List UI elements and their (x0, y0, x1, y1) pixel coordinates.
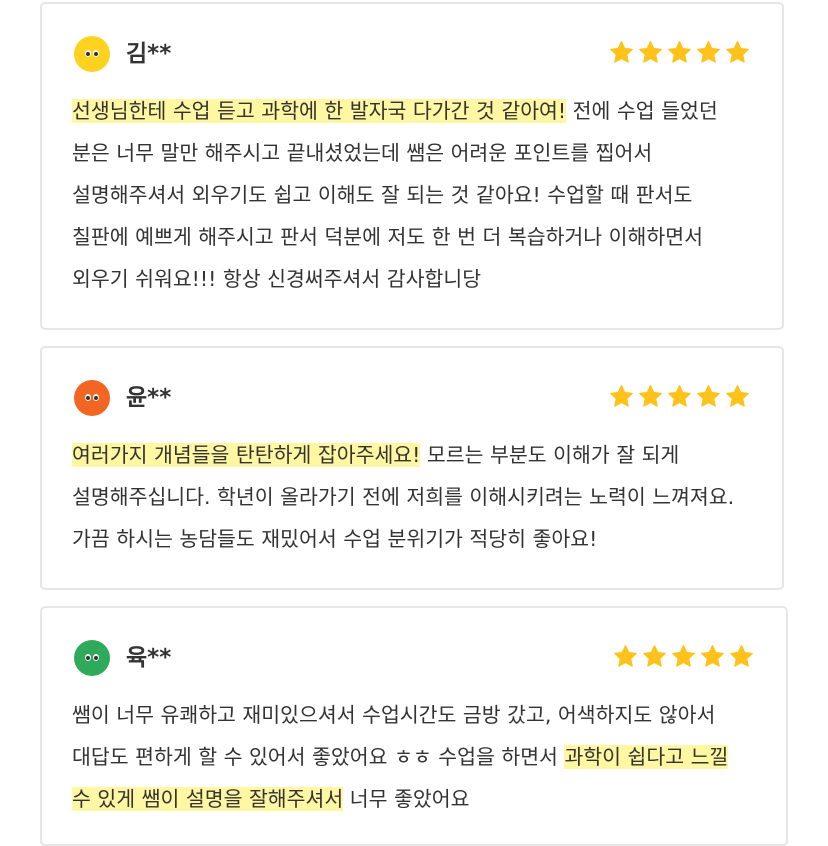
star-rating (613, 644, 754, 672)
star-rating (609, 40, 750, 68)
avatar-eye-left (85, 394, 91, 401)
avatar-eye-right (93, 50, 99, 57)
star-icon (697, 41, 720, 63)
review-text: 쌤이 너무 유쾌하고 재미있으셔서 수업시간도 금방 갔고, 어색하지도 않아서… (72, 694, 752, 820)
star-icon (668, 385, 691, 407)
star-icon (726, 41, 749, 63)
reviewer-name: 육** (126, 645, 172, 671)
star-icon (643, 645, 666, 667)
review-text: 선생님한테 수업 듣고 과학에 한 발자국 다가간 것 같아여! 전에 수업 들… (72, 90, 748, 300)
star-icon (610, 385, 633, 407)
review-text: 여러가지 개념들을 탄탄하게 잡아주세요! 모르는 부분도 이해가 잘 되게 설… (72, 434, 748, 560)
avatar-eye-right (93, 654, 99, 661)
reviewer-name: 김** (126, 41, 172, 67)
reviewer-name: 윤** (126, 385, 172, 411)
review-highlight: 선생님한테 수업 듣고 과학에 한 발자국 다가간 것 같아여! (72, 99, 567, 123)
star-icon (639, 385, 662, 407)
star-rating (609, 384, 750, 412)
star-icon (668, 41, 691, 63)
review-highlight: 여러가지 개념들을 탄탄하게 잡아주세요! (72, 443, 421, 467)
star-icon (610, 41, 633, 63)
star-icon (639, 41, 662, 63)
avatar (74, 380, 110, 416)
avatar (74, 36, 110, 72)
review-card: 육** 쌤이 너무 유쾌하고 재미있으셔서 수업시간도 금방 갔고, 어색하지도… (40, 606, 788, 846)
review-rest: 너무 좋았어요 (343, 787, 470, 811)
review-header: 윤** (72, 380, 752, 420)
review-rest: 전에 수업 들었던 분은 너무 말만 해주시고 끝내셨었는데 쌤은 어려운 포인… (72, 99, 718, 291)
star-icon (726, 385, 749, 407)
star-icon (701, 645, 724, 667)
review-header: 육** (72, 640, 756, 680)
star-icon (614, 645, 637, 667)
avatar-eye-left (85, 50, 91, 57)
avatar-eye-right (93, 394, 99, 401)
review-header: 김** (72, 36, 752, 76)
review-card: 김** 선생님한테 수업 듣고 과학에 한 발자국 다가간 것 같아여! 전에 … (40, 2, 784, 330)
review-card: 윤** 여러가지 개념들을 탄탄하게 잡아주세요! 모르는 부분도 이해가 잘 … (40, 346, 784, 590)
avatar-eye-left (85, 654, 91, 661)
star-icon (697, 385, 720, 407)
star-icon (730, 645, 753, 667)
star-icon (672, 645, 695, 667)
avatar (74, 640, 110, 676)
